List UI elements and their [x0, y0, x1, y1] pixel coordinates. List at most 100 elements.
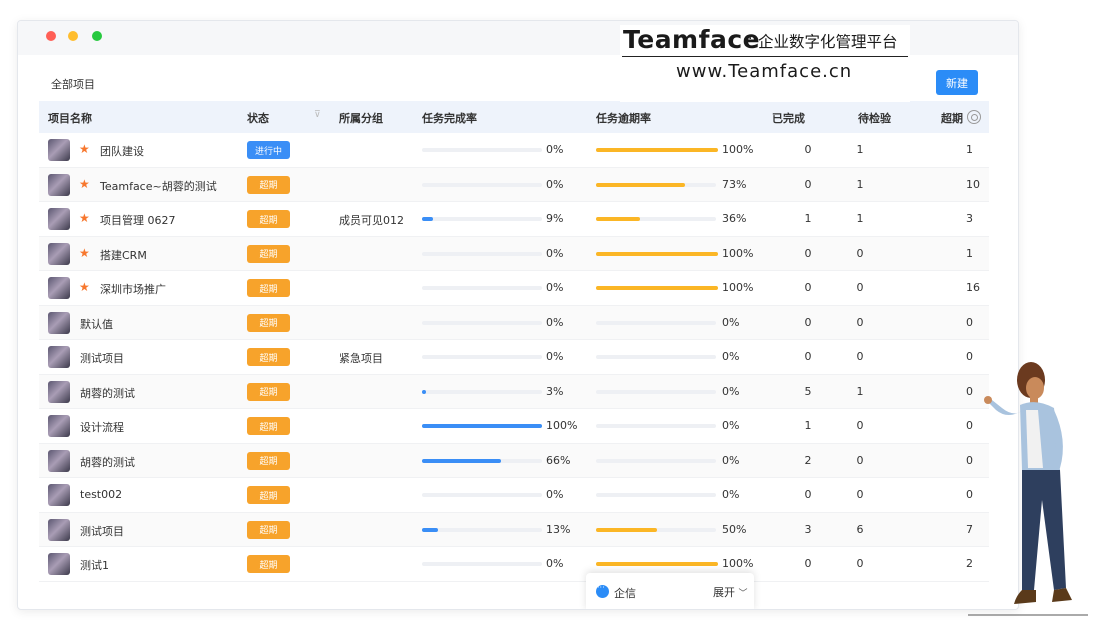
completion-progress-bar: [422, 251, 542, 256]
column-header-status[interactable]: 状态: [247, 110, 269, 126]
table-row[interactable]: ★ 搭建CRM 超期 0% 100% 0 0 1: [39, 236, 989, 271]
overdue-progress-fill: [596, 562, 718, 566]
completion-rate: 9%: [546, 212, 564, 225]
completion-progress-bar: [422, 493, 542, 497]
table-row[interactable]: 测试1 超期 0% 100% 0 0 2: [39, 547, 989, 582]
late-count: 0: [966, 315, 973, 329]
column-header-name[interactable]: 项目名称: [48, 110, 92, 126]
status-badge: 超期: [247, 210, 290, 228]
project-avatar: [48, 277, 70, 299]
project-avatar: [48, 346, 70, 368]
pending-count: 0: [856, 419, 864, 432]
project-name[interactable]: 胡蓉的测试: [80, 454, 135, 470]
overdue-progress-bar: [596, 148, 718, 152]
new-project-button[interactable]: 新建: [936, 70, 978, 95]
table-row[interactable]: 测试项目 超期 紧急项目 0% 0% 0 0 0: [39, 340, 989, 375]
column-header-group[interactable]: 所属分组: [339, 110, 383, 126]
table-row[interactable]: ★ 团队建设 进行中 0% 100% 0 1 1: [39, 133, 989, 168]
pending-count: 0: [856, 246, 864, 260]
pending-count: 1: [856, 212, 864, 225]
project-name[interactable]: 搭建CRM: [100, 247, 147, 263]
table-row[interactable]: test002 超期 0% 0% 0 0 0: [39, 478, 989, 513]
column-header-completion[interactable]: 任务完成率: [422, 110, 477, 126]
table-row[interactable]: 设计流程 超期 100% 0% 1 0 0: [39, 409, 989, 444]
completion-progress-fill: [422, 458, 502, 463]
project-name[interactable]: 设计流程: [80, 419, 124, 435]
done-count: 5: [804, 384, 812, 398]
project-name[interactable]: 测试项目: [80, 350, 124, 366]
project-avatar: [48, 380, 70, 403]
project-name[interactable]: 胡蓉的测试: [80, 385, 135, 401]
completion-progress-bar: [422, 562, 542, 566]
done-count: 0: [804, 350, 812, 363]
chat-expand-button[interactable]: 展开 ﹀: [713, 584, 748, 600]
table-header: 项目名称 状态 ⊽ 所属分组 任务完成率 任务逾期率 已完成 待检验 超期: [39, 101, 989, 133]
overdue-rate: 0%: [722, 350, 740, 363]
overdue-rate: 0%: [722, 419, 740, 432]
filter-icon[interactable]: ⊽: [314, 110, 324, 121]
project-name[interactable]: 测试1: [80, 557, 109, 573]
overdue-rate: 0%: [722, 488, 740, 501]
close-window-button[interactable]: [46, 31, 56, 41]
table-row[interactable]: ★ 项目管理 0627 超期 成员可见012 9% 36% 1 1 3: [39, 202, 989, 237]
maximize-window-button[interactable]: [92, 31, 102, 41]
status-badge: 超期: [247, 555, 290, 573]
overdue-rate: 0%: [722, 315, 740, 329]
overdue-rate: 100%: [722, 557, 754, 570]
completion-rate: 0%: [546, 350, 564, 363]
minimize-window-button[interactable]: [68, 31, 78, 41]
table-row[interactable]: 胡蓉的测试 超期 3% 0% 5 1 0: [39, 374, 989, 409]
table-row[interactable]: 胡蓉的测试 超期 66% 0% 2 0 0: [39, 443, 989, 478]
star-icon[interactable]: ★: [79, 211, 90, 225]
project-name[interactable]: 测试项目: [80, 523, 124, 539]
status-badge: 超期: [247, 382, 290, 401]
star-icon[interactable]: ★: [79, 246, 90, 260]
overdue-progress-fill: [596, 527, 657, 532]
overdue-progress-bar: [596, 182, 716, 187]
done-count: 0: [804, 315, 812, 329]
late-count: 10: [966, 177, 980, 191]
project-name[interactable]: 深圳市场推广: [100, 281, 166, 297]
overdue-progress-fill: [596, 182, 686, 187]
completion-rate: 0%: [546, 143, 564, 156]
overdue-rate: 100%: [722, 246, 754, 260]
table-row[interactable]: ★ Teamface~胡蓉的测试 超期 0% 73% 0 1 10: [39, 167, 989, 202]
overdue-progress-fill: [596, 217, 640, 221]
chat-panel[interactable]: 企信 展开 ﹀: [586, 573, 754, 609]
project-avatar: [48, 139, 70, 161]
status-badge: 超期: [247, 244, 290, 263]
late-count: 1: [966, 246, 973, 260]
pending-count: 0: [856, 557, 864, 570]
chat-label: 企信: [614, 587, 636, 600]
column-header-done[interactable]: 已完成: [772, 110, 805, 126]
overdue-progress-bar: [596, 320, 716, 325]
overdue-progress-bar: [596, 424, 716, 428]
table-row[interactable]: 默认值 超期 0% 0% 0 0 0: [39, 305, 989, 340]
star-icon[interactable]: ★: [79, 142, 90, 156]
column-header-late[interactable]: 超期: [941, 110, 963, 126]
table-body: ★ 团队建设 进行中 0% 100% 0 1 1 ★ Teamface~胡蓉的测…: [39, 133, 989, 582]
project-name[interactable]: test002: [80, 488, 122, 501]
project-name[interactable]: 项目管理 0627: [100, 212, 176, 228]
project-name[interactable]: 团队建设: [100, 143, 144, 159]
project-avatar: [48, 484, 70, 506]
project-name[interactable]: 默认值: [80, 316, 113, 332]
project-avatar: [48, 311, 70, 334]
table-row[interactable]: ★ 深圳市场推广 超期 0% 100% 0 0 16: [39, 271, 989, 306]
overdue-progress-bar: [596, 355, 716, 359]
star-icon[interactable]: ★: [79, 177, 90, 191]
completion-progress-bar: [422, 424, 542, 428]
project-name[interactable]: Teamface~胡蓉的测试: [100, 178, 217, 194]
overdue-rate: 73%: [722, 177, 747, 191]
column-header-pending[interactable]: 待检验: [858, 110, 891, 126]
table-row[interactable]: 测试项目 超期 13% 50% 3 6 7: [39, 512, 989, 547]
star-icon[interactable]: ★: [79, 280, 90, 294]
completion-progress-bar: [422, 527, 542, 532]
gear-icon[interactable]: [967, 110, 981, 124]
project-avatar: [48, 173, 70, 196]
overdue-progress-bar: [596, 458, 716, 463]
completion-rate: 0%: [546, 281, 564, 294]
overdue-progress-fill: [596, 286, 718, 290]
column-header-overdue-rate[interactable]: 任务逾期率: [596, 110, 651, 126]
done-count: 0: [804, 177, 812, 191]
